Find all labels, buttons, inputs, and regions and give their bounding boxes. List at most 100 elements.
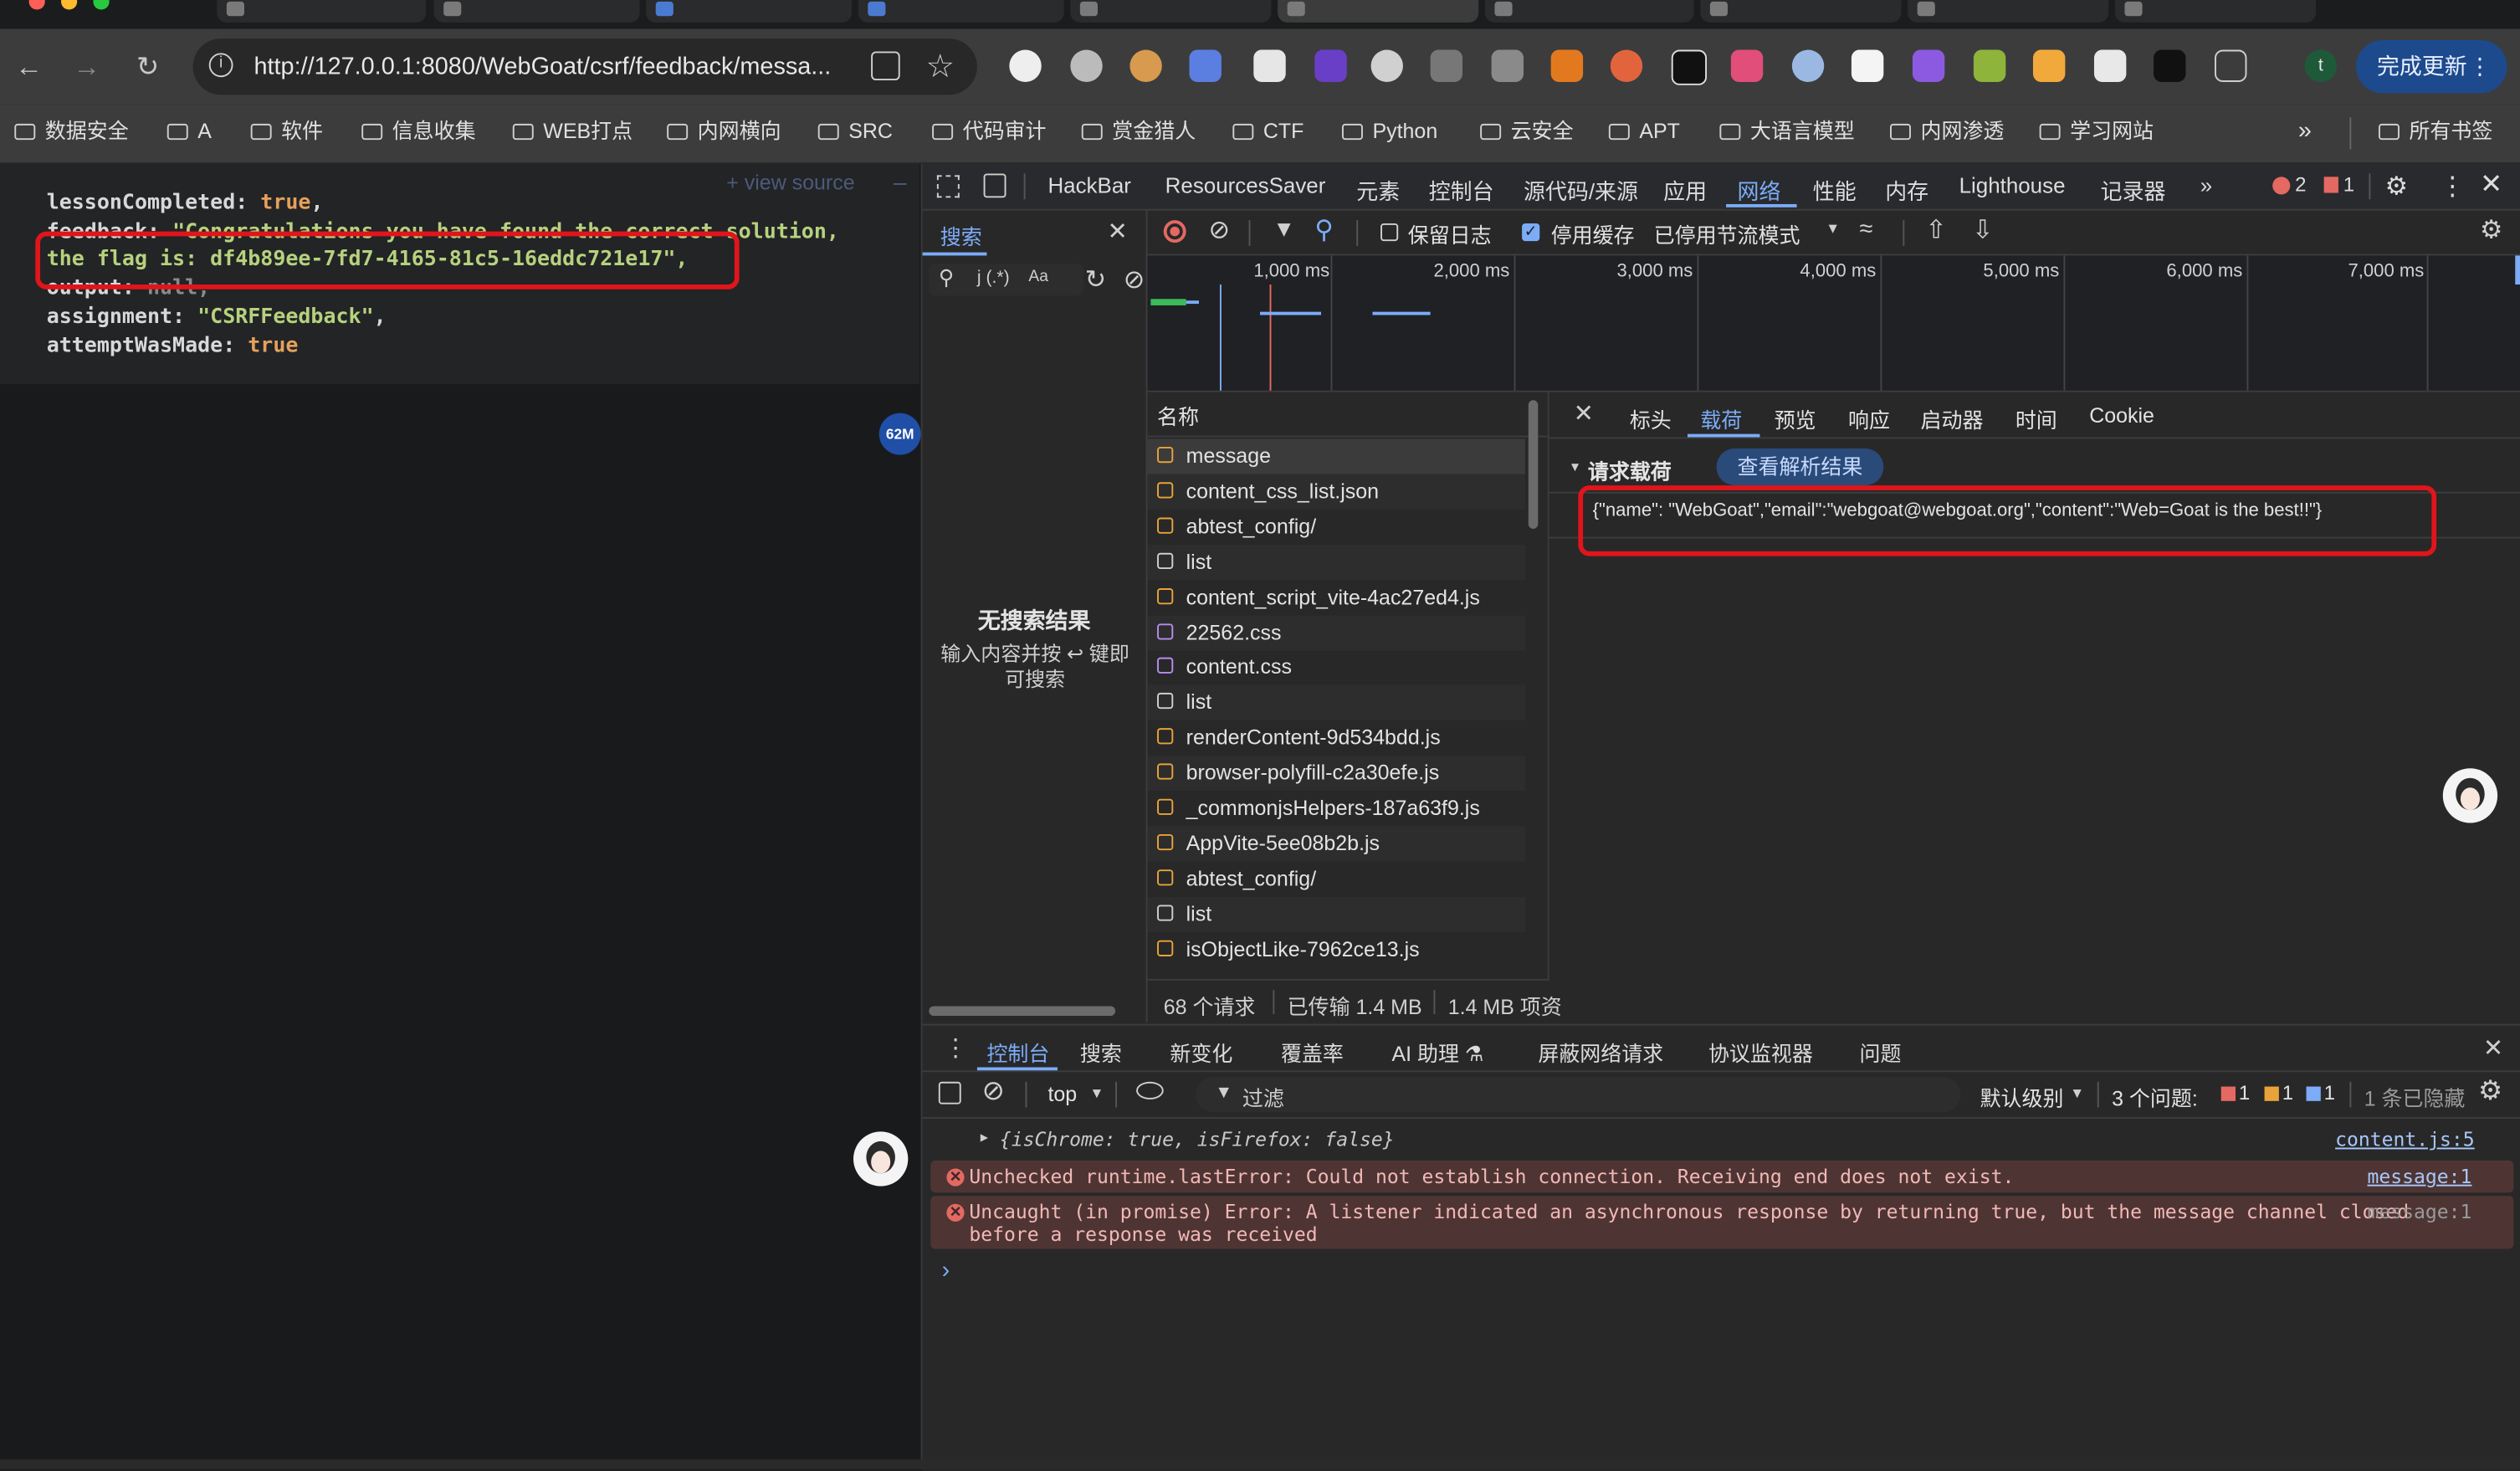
- reload-icon[interactable]: ↻: [132, 51, 164, 83]
- extension-icon[interactable]: [1851, 49, 1884, 82]
- search-pane-title[interactable]: 搜索: [940, 220, 982, 250]
- tab-sources[interactable]: 源代码/来源: [1524, 173, 1638, 205]
- tab-console[interactable]: 控制台: [1429, 173, 1494, 205]
- bookmark-folder[interactable]: 软件: [250, 115, 323, 147]
- extension-icon[interactable]: [1370, 49, 1403, 82]
- tab-headers[interactable]: 标头: [1630, 403, 1672, 433]
- extension-icon[interactable]: [1314, 49, 1347, 82]
- issues-label[interactable]: 3 个问题:: [2112, 1082, 2198, 1112]
- preserve-log-checkbox[interactable]: [1380, 223, 1399, 242]
- tab-memory[interactable]: 内存: [1885, 173, 1928, 205]
- update-button[interactable]: 完成更新 ⋮: [2356, 40, 2507, 94]
- assistant-avatar[interactable]: [2442, 768, 2498, 823]
- view-source-link[interactable]: + view source: [726, 169, 854, 197]
- drawer-tab-issues[interactable]: 问题: [1860, 1037, 1902, 1067]
- more-tabs-icon[interactable]: »: [2200, 173, 2212, 197]
- extension-icon[interactable]: [2154, 49, 2186, 82]
- bookmark-folder[interactable]: 内网横向: [667, 115, 781, 147]
- extension-icon[interactable]: [1730, 49, 1764, 82]
- request-row[interactable]: list: [1147, 684, 1525, 721]
- tab-resourcessaver[interactable]: ResourcesSaver: [1165, 173, 1326, 197]
- request-row[interactable]: AppVite-5ee08b2b.js: [1147, 826, 1525, 862]
- request-row[interactable]: content_css_list.json: [1147, 474, 1525, 510]
- browser-tab[interactable]: [1484, 0, 1694, 23]
- extension-icon[interactable]: [1189, 49, 1222, 82]
- bookmark-folder[interactable]: 学习网站: [2039, 115, 2154, 147]
- browser-tab[interactable]: [1070, 0, 1272, 23]
- extension-icon[interactable]: [1491, 49, 1524, 82]
- timeline-selection-handle[interactable]: [2515, 255, 2520, 285]
- browser-tab[interactable]: [433, 0, 640, 23]
- browser-tab[interactable]: [1908, 0, 2109, 23]
- tab-lighthouse[interactable]: Lighthouse: [1959, 173, 2066, 197]
- bookmark-folder[interactable]: 云安全: [1480, 115, 1574, 147]
- export-har-icon[interactable]: ⇩: [1972, 213, 1994, 245]
- clear-console-icon[interactable]: ⊘: [982, 1075, 1005, 1107]
- tab-performance[interactable]: 性能: [1813, 173, 1857, 205]
- console-settings-icon[interactable]: ⚙: [2478, 1075, 2502, 1107]
- browser-tab[interactable]: [1700, 0, 1902, 23]
- request-row[interactable]: message: [1147, 438, 1525, 474]
- filter-icon[interactable]: ▼: [1273, 215, 1295, 241]
- issue-flag-icon[interactable]: [2323, 177, 2338, 193]
- bookmark-folder[interactable]: APT: [1608, 115, 1680, 147]
- profile-avatar[interactable]: t: [2304, 49, 2338, 82]
- request-row[interactable]: isObjectLike-7962ce13.js: [1148, 931, 1525, 966]
- bookmark-folder[interactable]: CTF: [1232, 115, 1304, 147]
- drawer-tab-console[interactable]: 控制台: [986, 1037, 1049, 1067]
- request-row[interactable]: content.css: [1148, 650, 1525, 685]
- console-error-row[interactable]: ✕ Uncaught (in promise) Error: A listene…: [930, 1196, 2514, 1249]
- import-har-icon[interactable]: ⇧: [1925, 213, 1947, 245]
- inspect-element-icon[interactable]: [936, 175, 960, 198]
- request-row[interactable]: browser-polyfill-c2a30efe.js: [1147, 756, 1525, 792]
- window-close-dot[interactable]: [28, 0, 45, 10]
- request-row[interactable]: content_script_vite-4ac27ed4.js: [1148, 580, 1525, 615]
- context-select[interactable]: top: [1047, 1082, 1077, 1106]
- address-bar[interactable]: i http://127.0.0.1:8080/WebGoat/csrf/fee…: [192, 38, 977, 95]
- tab-hackbar[interactable]: HackBar: [1047, 173, 1130, 197]
- search-input[interactable]: ⚲ j (.*) Aa: [929, 264, 1083, 296]
- extension-icon[interactable]: [1973, 49, 2006, 82]
- extension-icon[interactable]: [1912, 49, 1945, 82]
- console-error-row[interactable]: ✕ Unchecked runtime.lastError: Could not…: [930, 1160, 2514, 1193]
- network-settings-icon[interactable]: ⚙: [2480, 213, 2503, 245]
- disable-cache-checkbox[interactable]: ✓: [1522, 223, 1540, 242]
- request-row[interactable]: abtest_config/: [1148, 510, 1525, 545]
- section-toggle-icon[interactable]: ▼: [1569, 459, 1581, 474]
- tab-timing[interactable]: 时间: [2015, 403, 2057, 433]
- extension-icon[interactable]: [2093, 49, 2127, 82]
- device-toolbar-icon[interactable]: [983, 173, 1006, 198]
- browser-tab[interactable]: [858, 0, 1064, 23]
- scrollbar[interactable]: [1528, 400, 1539, 529]
- close-detail-icon[interactable]: ✕: [1574, 398, 1594, 428]
- memory-badge[interactable]: 62M: [878, 413, 921, 455]
- live-expression-eye-icon[interactable]: [1136, 1081, 1164, 1099]
- log-source-link[interactable]: content.js:5: [2335, 1128, 2475, 1151]
- expand-arrow-icon[interactable]: ▶: [981, 1130, 988, 1144]
- chevron-double-right-icon[interactable]: »: [2298, 115, 2312, 147]
- tab-recorder[interactable]: 记录器: [2101, 173, 2166, 205]
- bookmark-folder[interactable]: 赏金猎人: [1081, 115, 1196, 147]
- network-conditions-icon[interactable]: ≈: [1860, 215, 1873, 243]
- match-case-toggle[interactable]: Aa: [1028, 269, 1048, 286]
- error-count-icon[interactable]: [2272, 177, 2291, 195]
- error-source[interactable]: message:1: [2368, 1201, 2472, 1223]
- close-devtools-icon[interactable]: ✕: [2480, 169, 2502, 201]
- regex-toggle[interactable]: j (.*): [977, 269, 1010, 288]
- bookmark-folder[interactable]: Python: [1341, 115, 1437, 147]
- tab-cookie[interactable]: Cookie: [2089, 403, 2154, 428]
- extensions-puzzle-icon[interactable]: [2215, 49, 2247, 82]
- extension-icon[interactable]: [1550, 49, 1584, 82]
- drawer-tab-search[interactable]: 搜索: [1080, 1037, 1122, 1067]
- request-row[interactable]: list: [1147, 896, 1525, 932]
- console-log-object[interactable]: ▶ {isChrome: true, isFirefox: false} con…: [923, 1125, 2520, 1157]
- browser-tab[interactable]: [217, 0, 427, 23]
- tab-application[interactable]: 应用: [1663, 173, 1707, 205]
- clear-icon[interactable]: ⊘: [1209, 213, 1231, 245]
- hidden-count[interactable]: 1 条已隐藏: [2364, 1082, 2466, 1112]
- back-arrow-icon[interactable]: ←: [13, 51, 44, 83]
- name-column-header[interactable]: 名称: [1157, 400, 1199, 430]
- close-drawer-icon[interactable]: ✕: [2483, 1033, 2503, 1063]
- tab-network[interactable]: 网络: [1738, 173, 1781, 205]
- window-minimize-dot[interactable]: [60, 0, 78, 10]
